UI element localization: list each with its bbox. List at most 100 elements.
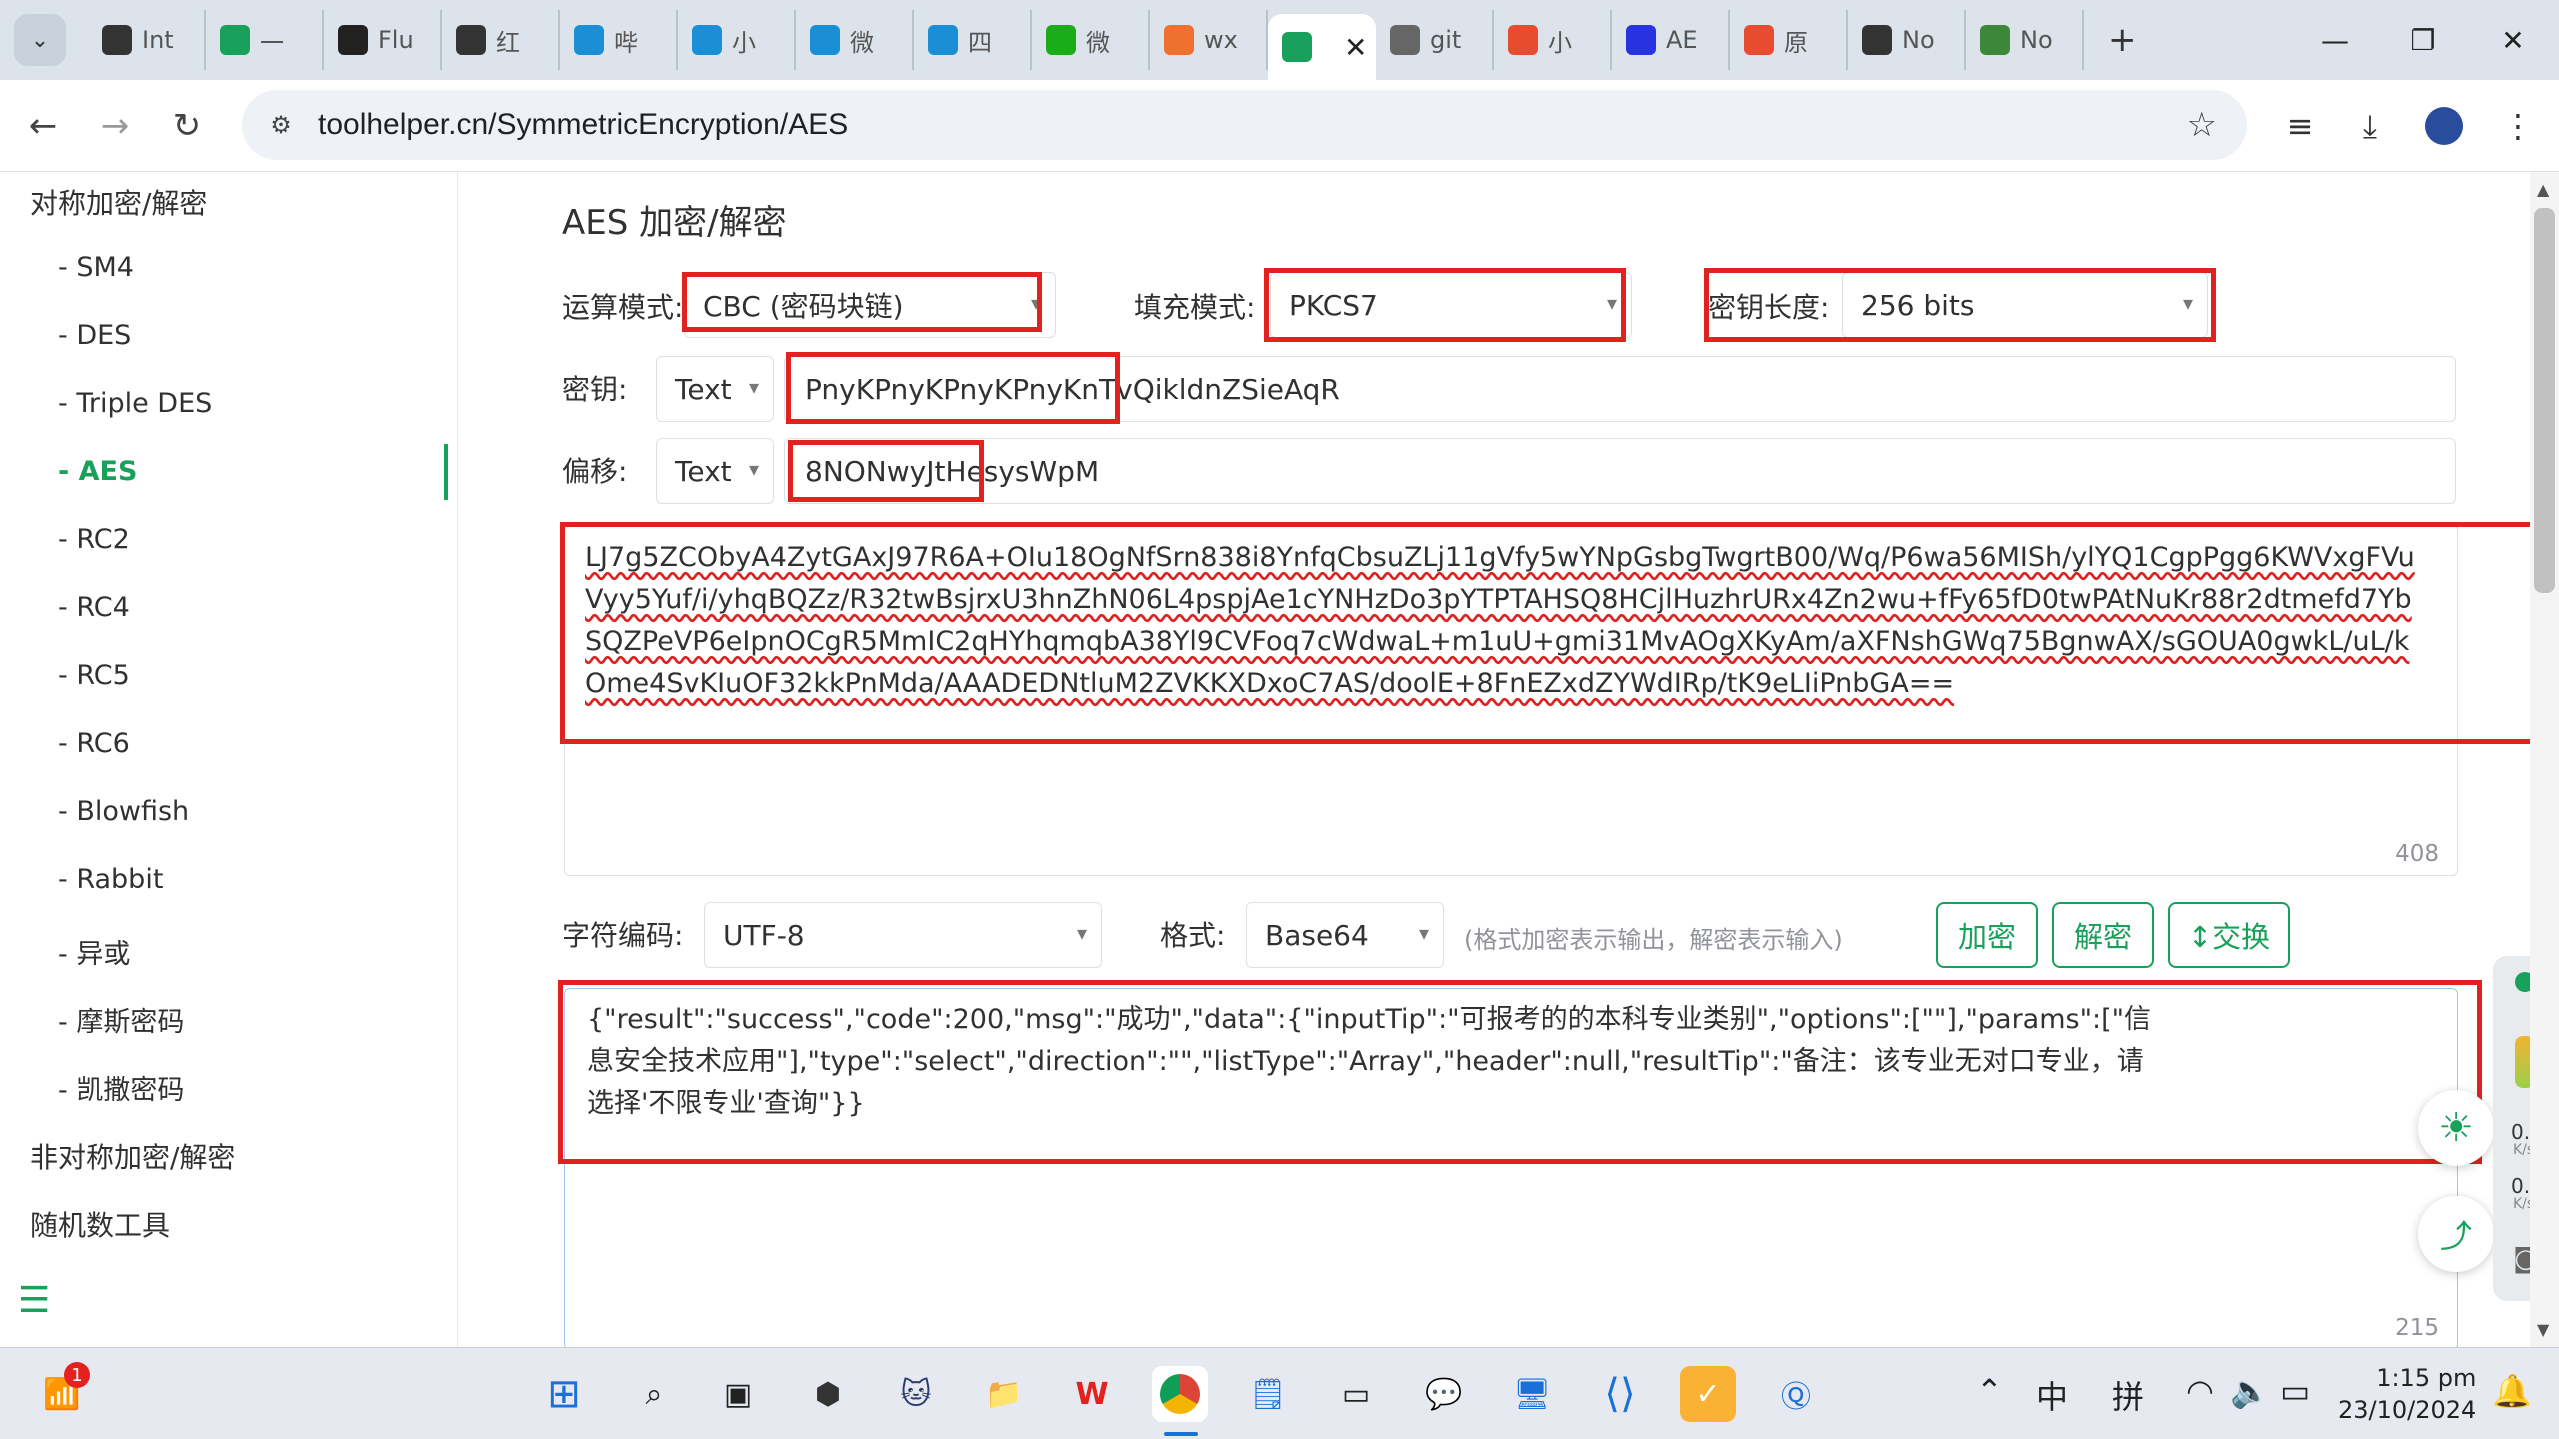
browser-tab[interactable]: AE [1612,10,1730,70]
sidebar-item-blowfish[interactable]: - Blowfish [58,796,189,827]
file-explorer-icon[interactable]: 📁 [976,1366,1032,1422]
battery-icon[interactable]: ▭ [2280,1372,2310,1410]
sidebar-item-rc2[interactable]: - RC2 [58,524,130,555]
wechat-icon[interactable]: 💬 [1416,1366,1472,1422]
highlight-box [786,352,1120,424]
remote-desktop-icon[interactable]: 🖥 [1504,1366,1560,1422]
profile-avatar[interactable] [2414,80,2474,172]
chevron-down-icon: ▾ [1418,921,1429,945]
sidebar-item-des[interactable]: - DES [58,320,131,351]
ime-pinyin-indicator[interactable]: 拼 [2112,1372,2144,1418]
volume-icon[interactable]: 🔈 [2230,1372,2270,1410]
chrome-icon[interactable] [1152,1366,1208,1422]
minimize-button[interactable]: — [2290,0,2380,80]
globe-icon [1390,25,1420,55]
theme-toggle-button[interactable]: ☀ [2418,1090,2494,1166]
forward-button[interactable]: → [82,93,148,159]
browser-tab[interactable]: 微 [1032,10,1150,70]
scroll-thumb[interactable] [2534,208,2555,593]
notification-badge: 1 [64,1362,90,1388]
sidebar-item-aes[interactable]: - AES [58,456,137,487]
browser-tab[interactable]: Int [88,10,206,70]
browser-tab[interactable]: git [1376,10,1494,70]
sidebar-item-caesar[interactable]: - 凯撒密码 [58,1068,184,1107]
scroll-up-icon[interactable]: ▲ [2537,180,2549,199]
sidebar-item-triple-des[interactable]: - Triple DES [58,388,212,419]
start-icon[interactable]: ⊞ [536,1366,592,1422]
highlight-box [682,272,1042,332]
url-text[interactable]: toolhelper.cn/SymmetricEncryption/AES [318,108,848,142]
more-menu-icon[interactable]: ⋮ [2488,80,2548,172]
hamburger-menu-icon[interactable]: ☰ [18,1280,50,1321]
encrypt-button[interactable]: 加密 [1936,902,2038,968]
browser-tab[interactable]: 原 [1730,10,1848,70]
wifi-icon[interactable]: ◠ [2186,1372,2214,1410]
sidebar-item-rc4[interactable]: - RC4 [58,592,130,623]
swap-button[interactable]: ↕交换 [2168,902,2290,968]
sidebar-item-rc6[interactable]: - RC6 [58,728,130,759]
omnibox[interactable]: ⚙ toolhelper.cn/SymmetricEncryption/AES … [242,90,2247,160]
scroll-down-icon[interactable]: ▼ [2537,1320,2549,1339]
browser-tab[interactable]: No [1848,10,1966,70]
main-content: AES 加密/解密 运算模式: CBC (密码块链) ▾ 填充模式: PKCS7… [458,172,2550,1350]
new-tab-button[interactable]: + [2108,20,2137,60]
reload-button[interactable]: ↻ [154,93,220,159]
terminal-icon[interactable]: ▭ [1328,1366,1384,1422]
notepad-icon[interactable]: 🗒 [1240,1366,1296,1422]
close-window-button[interactable]: ✕ [2468,0,2558,80]
browser-tab[interactable]: 微 [796,10,914,70]
bookmark-star-icon[interactable]: ☆ [2187,105,2217,145]
sun-icon: ☀ [2438,1105,2474,1151]
back-button[interactable]: ← [10,93,76,159]
sidebar-item-xor[interactable]: - 异或 [58,932,130,971]
tab-search-button[interactable]: ⌄ [14,14,66,66]
share-button[interactable]: ⤴ [2418,1196,2494,1272]
reading-list-icon[interactable]: ≡ [2270,80,2330,172]
ime-mode-indicator[interactable]: 中 [2036,1372,2068,1418]
browser-tab[interactable]: wx [1150,10,1268,70]
sidebar-item-rc5[interactable]: - RC5 [58,660,130,691]
browser-tab[interactable]: 小 [678,10,796,70]
browser-tab[interactable]: 四 [914,10,1032,70]
sidebar-group-asymmetric[interactable]: 非对称加密/解密 [30,1136,235,1176]
browser-tab[interactable]: ✕ [1268,14,1376,80]
iv-type-select[interactable]: Text ▾ [656,438,774,504]
browser-tab[interactable]: Flu [324,10,442,70]
sidebar-item-rabbit[interactable]: - Rabbit [58,864,163,895]
unity-icon[interactable]: ⬢ [800,1366,856,1422]
sidebar-item-sm4[interactable]: - SM4 [58,252,134,283]
iv-input[interactable]: 8NONwyJtHesysWpM [784,438,2456,504]
browser-tab[interactable]: 小 [1494,10,1612,70]
browser-tab[interactable]: 一 [206,10,324,70]
browser-tab[interactable]: 哔 [560,10,678,70]
key-type-select[interactable]: Text ▾ [656,356,774,422]
search-app-icon[interactable]: Ⓠ [1768,1366,1824,1422]
system-clock[interactable]: 1:15 pm 23/10/2024 [2338,1362,2476,1426]
clock-date: 23/10/2024 [2338,1396,2477,1424]
highlight-box [558,980,2482,1164]
search-icon[interactable]: ⌕ [626,1366,682,1422]
notification-bell-icon[interactable]: 🔔 [2492,1372,2532,1410]
wps-icon[interactable]: W [1064,1366,1120,1422]
iv-type-value: Text [675,454,732,488]
site-settings-icon[interactable]: ⚙ [256,111,306,139]
browser-tab[interactable]: No [1966,10,2084,70]
page-scrollbar[interactable]: ▲ ▼ [2530,172,2559,1347]
download-icon[interactable]: ⤓ [2340,80,2400,172]
format-select[interactable]: Base64 ▾ [1246,902,1444,968]
toolhelper-icon [1282,32,1312,62]
restore-button[interactable]: ❐ [2378,0,2468,80]
back-arrow-icon: ← [28,105,58,146]
sidebar-group-random[interactable]: 随机数工具 [30,1204,170,1244]
sidebar-group-symmetric[interactable]: 对称加密/解密 [30,182,207,222]
tray-chevron-up-icon[interactable]: ⌃ [1976,1372,2003,1410]
browser-tab[interactable]: 红 [442,10,560,70]
feishu-icon[interactable]: ✓ [1680,1366,1736,1422]
cat-app-icon[interactable]: 🐱 [888,1366,944,1422]
charset-select[interactable]: UTF-8 ▾ [704,902,1102,968]
sidebar-item-morse[interactable]: - 摩斯密码 [58,1000,184,1039]
task-view-icon[interactable]: ▣ [710,1366,766,1422]
close-tab-icon[interactable]: ✕ [1344,31,1367,64]
vscode-icon[interactable]: ⟨⟩ [1592,1366,1648,1422]
decrypt-button[interactable]: 解密 [2052,902,2154,968]
